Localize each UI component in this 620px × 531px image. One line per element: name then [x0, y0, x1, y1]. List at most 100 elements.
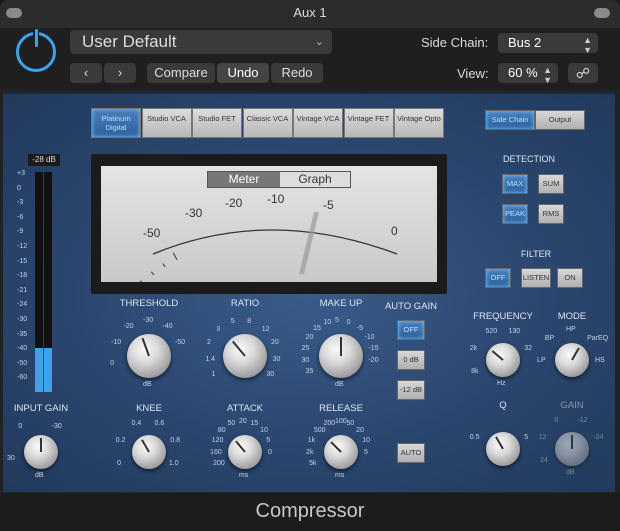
- frequency-label: FREQUENCY: [473, 311, 533, 322]
- knob-tick-label: 30: [301, 356, 310, 364]
- knob-tick-label: HP: [566, 326, 576, 333]
- knob-pointer: [232, 340, 246, 357]
- window-close-icon[interactable]: [6, 8, 22, 18]
- compressor-panel: Platinum Digital Studio VCA Studio FET Clas…: [3, 92, 615, 492]
- preset-label: User Default: [82, 32, 177, 51]
- makeup-knob[interactable]: [319, 334, 363, 378]
- filter-listen-button[interactable]: LISTEN: [521, 268, 551, 288]
- ratio-knob[interactable]: [223, 334, 267, 378]
- knob-tick-label: 35: [305, 368, 314, 375]
- mode-button-vintage-opto[interactable]: Vintage Opto: [394, 108, 444, 138]
- knob-pointer: [571, 435, 573, 449]
- input-gain-knob[interactable]: [24, 435, 58, 469]
- auto-release-button[interactable]: AUTO: [397, 443, 425, 463]
- knob-tick-label: 0: [267, 448, 272, 456]
- side-chain-select[interactable]: Bus 2 ▲ ▼: [498, 33, 598, 55]
- knob-tick-label: 20: [356, 427, 364, 435]
- side-chain-view-button[interactable]: Side Chain: [485, 110, 535, 130]
- updown-icon: ▲ ▼: [543, 65, 552, 85]
- filter-off-button[interactable]: OFF: [485, 268, 511, 288]
- detection-max-button[interactable]: MAX: [502, 174, 528, 194]
- input-meter-tick: -12: [17, 243, 28, 250]
- knee-knob[interactable]: [132, 435, 166, 469]
- knob-pointer: [235, 440, 246, 453]
- q-label: Q: [499, 400, 507, 411]
- knob-tick-label: 130: [508, 328, 521, 336]
- window-resize-icon[interactable]: [594, 8, 610, 18]
- knob-tick-label: 3: [216, 325, 221, 333]
- knob-tick-label: 1.0: [168, 460, 179, 467]
- knob-tick-label: 5: [335, 317, 339, 324]
- filter-label: FILTER: [520, 249, 552, 259]
- q-knob[interactable]: [486, 432, 520, 466]
- chevron-down-icon: ⌄: [314, 36, 324, 48]
- updown-icon: ▲ ▼: [583, 35, 592, 55]
- knob-tick-label: -15: [368, 345, 379, 353]
- power-icon[interactable]: [16, 29, 56, 72]
- knob-tick-label: 30: [6, 454, 15, 462]
- release-knob[interactable]: [324, 435, 358, 469]
- auto-gain-minus12db-button[interactable]: -12 dB: [397, 380, 425, 400]
- mode-button-studio-fet[interactable]: Studio FET: [192, 108, 242, 138]
- next-preset-button[interactable]: ›: [104, 63, 136, 83]
- frequency-knob[interactable]: [486, 343, 520, 377]
- knob-tick-label: 0.6: [154, 420, 165, 428]
- detection-rms-button[interactable]: RMS: [538, 204, 564, 224]
- mode-knob[interactable]: [555, 343, 589, 377]
- knob-tick-label: -5: [356, 324, 364, 332]
- compare-button[interactable]: Compare: [147, 63, 215, 83]
- redo-button[interactable]: Redo: [271, 63, 323, 83]
- knob-tick-label: 12: [261, 325, 270, 333]
- undo-button[interactable]: Undo: [217, 63, 269, 83]
- input-meter-tick: -30: [17, 316, 28, 323]
- detection-peak-button[interactable]: PEAK: [502, 204, 528, 224]
- knob-tick-label: 10: [323, 319, 332, 327]
- knob-tick-label: 5: [230, 318, 235, 325]
- input-meter-tick: -50: [17, 359, 28, 367]
- knob-pointer: [571, 347, 580, 361]
- knob-tick-label: -40: [162, 323, 173, 331]
- preset-selector[interactable]: User Default ⌄: [70, 30, 332, 54]
- threshold-knob[interactable]: [127, 334, 171, 378]
- mode-button-vintage-fet[interactable]: Vintage FET: [343, 108, 394, 138]
- knob-tick-label: ParEQ: [587, 335, 609, 343]
- release-label: RELEASE: [319, 403, 363, 414]
- knob-tick-label: dB: [35, 472, 44, 479]
- output-view-button[interactable]: Output: [535, 110, 585, 130]
- knob-tick-label: 0.4: [131, 420, 142, 428]
- knob-tick-label: 2: [207, 339, 211, 347]
- knob-tick-label: 200: [213, 460, 225, 467]
- mode-button-vintage-vca[interactable]: Vintage VCA: [293, 108, 343, 138]
- meter-scale-label: -5: [323, 198, 334, 212]
- knob-tick-label: 120: [211, 437, 224, 445]
- gain-knob[interactable]: [555, 432, 589, 466]
- knob-pointer: [340, 337, 342, 356]
- input-meter-tick: -6: [17, 213, 24, 221]
- view-select[interactable]: 60 % ▲ ▼: [498, 63, 558, 85]
- knob-tick-label: 160: [210, 448, 222, 456]
- mode-button-classic-vca[interactable]: Classic VCA: [242, 108, 293, 138]
- threshold-label: THRESHOLD: [119, 298, 179, 309]
- knob-pointer: [40, 438, 42, 452]
- knob-tick-label: 20: [305, 334, 314, 341]
- knob-pointer: [491, 350, 504, 361]
- filter-on-button[interactable]: ON: [557, 268, 583, 288]
- mode-button-platinum-digital[interactable]: Platinum Digital: [91, 108, 141, 138]
- knob-tick-label: 0: [18, 423, 23, 431]
- auto-gain-0db-button[interactable]: 0 dB: [397, 350, 425, 370]
- detection-sum-button[interactable]: SUM: [538, 174, 564, 194]
- input-meter-tick: 0: [17, 184, 21, 192]
- prev-preset-button[interactable]: ‹: [70, 63, 102, 83]
- link-icon[interactable]: ☍: [568, 63, 598, 83]
- attack-label: ATTACK: [226, 403, 264, 414]
- attack-knob[interactable]: [228, 435, 262, 469]
- meter-scale-label: -30: [185, 206, 203, 220]
- meter-scale-label: -20: [225, 196, 243, 210]
- ratio-label: RATIO: [230, 298, 260, 309]
- knob-tick-label: 50: [346, 420, 355, 428]
- input-meter-tick: -40: [17, 345, 28, 353]
- knob-tick-label: 100: [335, 418, 347, 425]
- meter-scale-label: -10: [267, 192, 285, 206]
- auto-gain-off-button[interactable]: OFF: [397, 320, 425, 340]
- mode-button-studio-vca[interactable]: Studio VCA: [141, 108, 192, 138]
